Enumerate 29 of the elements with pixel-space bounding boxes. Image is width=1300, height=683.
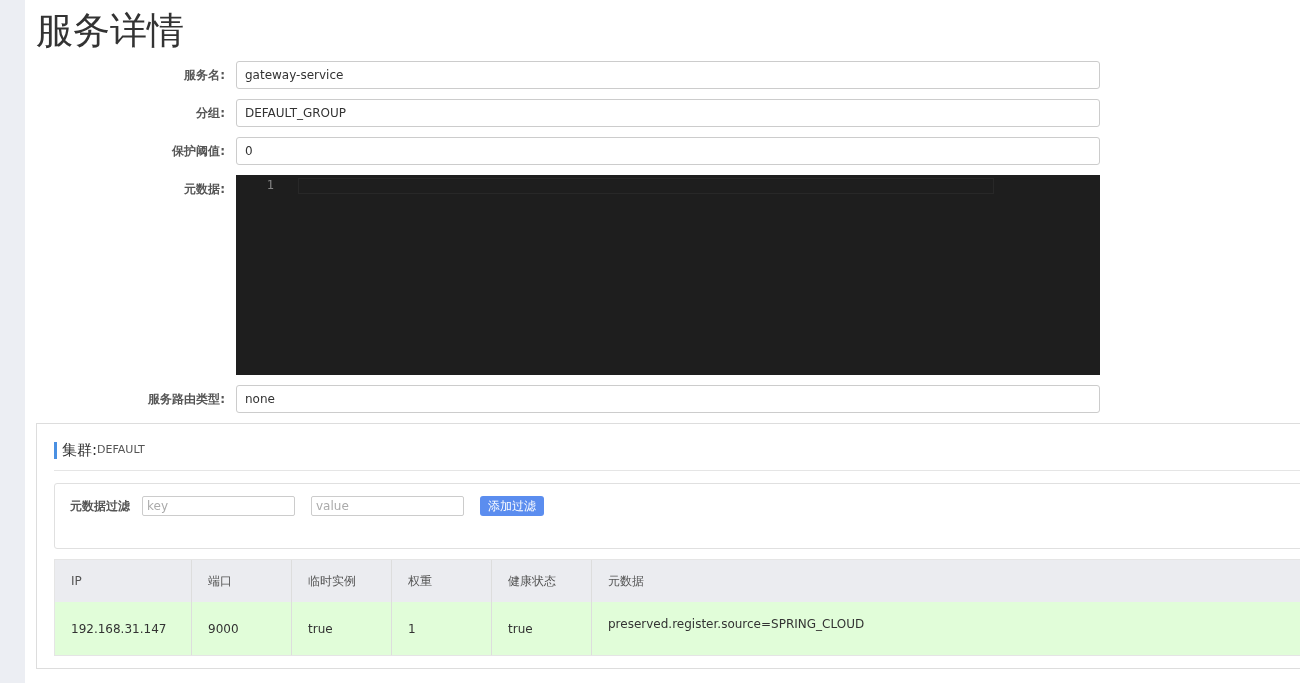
- field-label: 保护阈值:: [172, 143, 225, 160]
- field-label: 服务名:: [184, 67, 225, 84]
- text-field[interactable]: 0: [236, 137, 1100, 165]
- column-header: 临时实例: [308, 573, 356, 590]
- table-cell-text: true: [308, 620, 333, 638]
- code-editor[interactable]: 1: [236, 175, 1100, 375]
- column-header: 健康状态: [508, 573, 556, 590]
- cluster-name: DEFAULT: [97, 442, 145, 459]
- text-field[interactable]: gateway-service: [236, 61, 1100, 89]
- page-title: 服务详情: [36, 9, 185, 53]
- column-header: IP: [71, 573, 82, 590]
- field-label: 服务路由类型:: [148, 391, 225, 408]
- column-header: 端口: [208, 573, 232, 590]
- table-cell-text: 192.168.31.147: [71, 620, 167, 638]
- table-cell-text: true: [508, 620, 533, 638]
- field-label: 元数据:: [184, 181, 225, 198]
- value-field[interactable]: value: [311, 496, 464, 516]
- table-cell-text: 9000: [208, 620, 239, 638]
- line-number: 1: [266, 178, 274, 193]
- text-field[interactable]: none: [236, 385, 1100, 413]
- filter-label: 元数据过滤: [70, 498, 130, 515]
- field-label: 分组:: [196, 105, 225, 122]
- table-cell-text: preserved.register.source=SPRING_CLOUD: [608, 616, 865, 633]
- cluster-label: 集群:: [62, 440, 98, 462]
- column-header: 权重: [408, 573, 432, 590]
- column-header: 元数据: [608, 573, 644, 590]
- table-cell-text: 1: [408, 620, 416, 638]
- key-field[interactable]: key: [142, 496, 295, 516]
- text-field[interactable]: DEFAULT_GROUP: [236, 99, 1100, 127]
